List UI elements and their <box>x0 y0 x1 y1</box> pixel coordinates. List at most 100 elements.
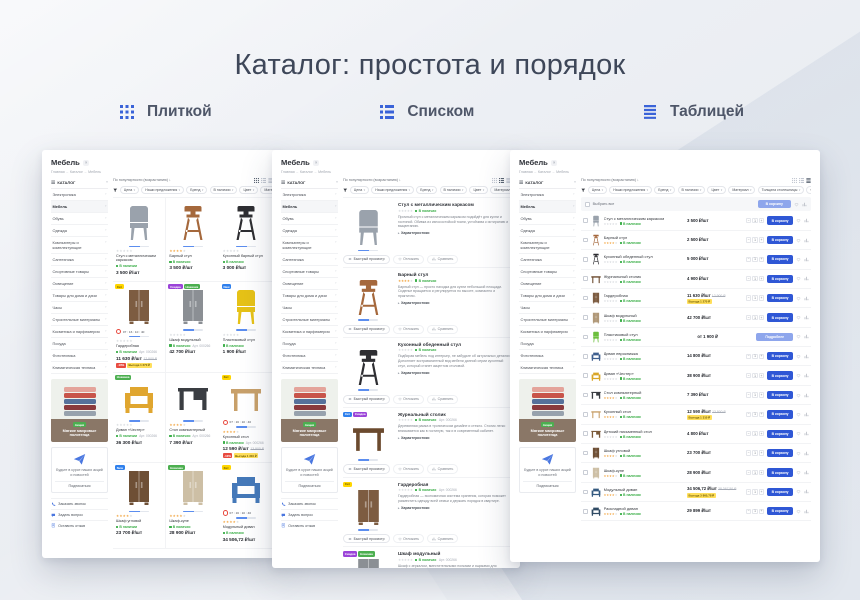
product-card[interactable]: Новинка ★★★★★ Шкаф-купе В наличии 28 900… <box>166 463 219 549</box>
heart-icon[interactable] <box>796 509 801 514</box>
specs-link[interactable]: Характеристики <box>398 371 511 375</box>
defer-button[interactable]: Отложить <box>393 464 425 473</box>
heart-icon[interactable] <box>796 373 801 378</box>
add-to-cart-button[interactable]: В корзину <box>767 294 793 302</box>
product-name[interactable]: Кухонный стол <box>604 409 684 414</box>
row-checkbox[interactable] <box>583 335 588 340</box>
sidebar-category[interactable]: Климатическая техника <box>281 362 338 374</box>
sidebar-category[interactable]: Электроника <box>51 189 108 201</box>
qty-plus-button[interactable]: + <box>759 276 764 281</box>
row-checkbox[interactable] <box>583 451 588 456</box>
breadcrumb-item[interactable]: Каталог <box>300 170 313 174</box>
sidebar-link[interactable]: Оставить отзыв <box>281 520 338 531</box>
heart-icon[interactable] <box>796 451 801 456</box>
sidebar-category[interactable]: Освещение <box>519 278 576 290</box>
select-all-checkbox[interactable] <box>585 202 590 207</box>
quick-view-button[interactable]: Быстрый просмотр <box>343 255 390 264</box>
product-name[interactable]: Барный стул <box>604 235 684 240</box>
sidebar-category[interactable]: Сантехника <box>519 254 576 266</box>
sidebar-header[interactable]: Каталог <box>281 178 338 189</box>
product-name[interactable]: Пластиковый стул <box>604 332 695 337</box>
product-name[interactable]: Модульный диван <box>223 525 269 530</box>
qty-minus-button[interactable]: − <box>746 450 751 455</box>
specs-link[interactable]: Характеристики <box>398 231 511 235</box>
filter-chip[interactable]: В наличии <box>440 186 468 195</box>
image-carousel-indicator[interactable] <box>236 517 256 519</box>
row-checkbox[interactable] <box>583 470 588 475</box>
qty-plus-button[interactable]: + <box>759 431 764 436</box>
sidebar-category[interactable]: Спортивные товары <box>281 266 338 278</box>
heart-icon[interactable] <box>796 393 801 398</box>
sidebar-category[interactable]: Климатическая техника <box>51 362 108 374</box>
product-name[interactable]: Шкаф угловой <box>604 448 684 453</box>
qty-minus-button[interactable]: − <box>746 412 751 417</box>
row-checkbox[interactable] <box>583 509 588 514</box>
heart-icon[interactable] <box>796 334 801 339</box>
quantity-stepper[interactable]: − 1 + <box>746 295 764 300</box>
quantity-stepper[interactable]: − 1 + <box>746 431 764 436</box>
sidebar-category[interactable]: Одежда <box>519 225 576 237</box>
heart-icon[interactable] <box>796 296 801 301</box>
defer-button[interactable]: Отложить <box>393 325 425 334</box>
sidebar-category[interactable]: Косметика и парфюмерия <box>281 326 338 338</box>
compare-button[interactable]: Сравнить <box>427 464 458 473</box>
product-row[interactable]: Диван «Честер» ★★★★★ В наличии 38 900 ₽/… <box>581 366 811 385</box>
qty-minus-button[interactable]: − <box>746 354 751 359</box>
filter-chip[interactable]: В наличии <box>678 186 706 195</box>
view-mode[interactable]: Списком <box>380 103 474 121</box>
sidebar-category[interactable]: Косметика и парфюмерия <box>51 326 108 338</box>
row-checkbox[interactable] <box>583 296 588 301</box>
promo-banner[interactable]: Акция Мягкие махровые полотенца <box>281 379 338 442</box>
heart-icon[interactable] <box>796 315 801 320</box>
sidebar-category[interactable]: Посуда <box>519 338 576 350</box>
sidebar-category[interactable]: Сантехника <box>281 254 338 266</box>
row-checkbox[interactable] <box>583 431 588 436</box>
row-checkbox[interactable] <box>583 490 588 495</box>
add-to-cart-button[interactable]: В корзину <box>767 507 793 515</box>
product-row[interactable]: Кухонный стол ★★★★★ В наличии 12 590 ₽/ш… <box>581 405 811 424</box>
defer-button[interactable]: Отложить <box>393 255 425 264</box>
product-card[interactable]: ★★★★★ Барный стул В наличии 3 500 ₽/шт <box>166 198 219 282</box>
qty-plus-button[interactable]: + <box>759 373 764 378</box>
qty-minus-button[interactable]: − <box>746 509 751 514</box>
add-to-cart-button[interactable]: В корзину <box>767 449 793 457</box>
product-card[interactable]: ★★★★★ Стул с металлическим каркасом В на… <box>113 198 166 282</box>
filter-chip[interactable]: Наши предложения <box>371 186 414 195</box>
clear-filter-tag[interactable]: × <box>551 160 558 166</box>
sidebar-category[interactable]: Товары для дома и дачи <box>51 290 108 302</box>
compare-icon[interactable] <box>804 509 809 514</box>
product-row[interactable]: Гардеробная ★★★★★ В наличии 11 630 ₽/шт … <box>581 289 811 308</box>
image-carousel-indicator[interactable] <box>183 329 203 331</box>
product-list-item[interactable]: Барный стул ★★★★★ В наличии Барный стул … <box>343 268 511 338</box>
sidebar-category[interactable]: Освещение <box>281 278 338 290</box>
heart-icon[interactable] <box>796 431 801 436</box>
product-card[interactable]: Хит 07 : 16 : 10 : 40 ★★★★★ Модульный ди… <box>220 463 273 549</box>
image-carousel-indicator[interactable] <box>358 250 378 252</box>
compare-icon[interactable] <box>804 296 809 301</box>
view-mode[interactable]: Таблицей <box>643 103 744 121</box>
quantity-stepper[interactable]: − 1 + <box>746 276 764 281</box>
row-checkbox[interactable] <box>583 218 588 223</box>
view-mode[interactable]: Плиткой <box>120 103 212 121</box>
row-checkbox[interactable] <box>583 412 588 417</box>
product-name[interactable]: Журнальный столик <box>604 274 684 279</box>
filter-chip[interactable]: Бренд <box>186 186 207 195</box>
quantity-stepper[interactable]: − 1 + <box>746 237 764 242</box>
product-name[interactable]: Кухонный обеденный стул <box>604 254 684 259</box>
breadcrumb-item[interactable]: Главная <box>519 170 533 174</box>
qty-minus-button[interactable]: − <box>746 470 751 475</box>
view-switch-icon[interactable] <box>799 178 804 183</box>
view-switch-icon[interactable] <box>499 178 504 183</box>
filter-chip[interactable]: Цвет <box>239 186 258 195</box>
qty-plus-button[interactable]: + <box>759 470 764 475</box>
add-to-cart-button[interactable]: В корзину <box>767 236 793 244</box>
qty-minus-button[interactable]: − <box>746 373 751 378</box>
sidebar-category[interactable]: Косметика и парфюмерия <box>519 326 576 338</box>
row-checkbox[interactable] <box>583 257 588 262</box>
compare-icon[interactable] <box>804 257 809 262</box>
product-name[interactable]: Стул с металлическим каркасом <box>116 254 162 263</box>
product-name[interactable]: Стул с металлическим каркасом <box>398 202 511 207</box>
product-name[interactable]: Шкаф модульный <box>398 551 511 556</box>
compare-icon[interactable] <box>804 276 809 281</box>
filter-icon[interactable] <box>581 188 586 193</box>
